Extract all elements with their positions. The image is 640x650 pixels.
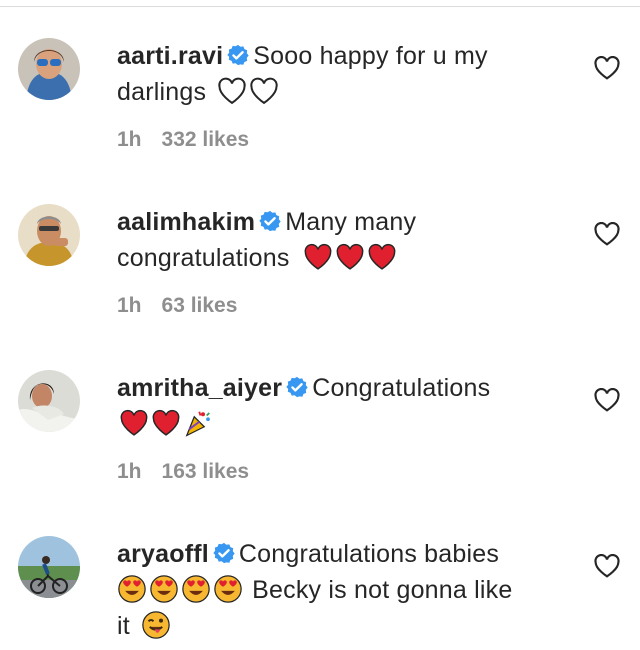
red-heart-icon <box>303 242 333 272</box>
comment-likes[interactable]: 163 likes <box>162 460 250 483</box>
comment-time[interactable]: 1h <box>117 128 142 151</box>
like-button-heart-icon[interactable] <box>594 222 620 246</box>
party-popper-icon <box>183 408 213 438</box>
comment-body: amritha_aiyer Congratulations <box>117 370 577 442</box>
comment-likes[interactable]: 332 likes <box>162 128 250 151</box>
heart-eyes-face-icon <box>149 574 179 604</box>
comment-username[interactable]: aalimhakim <box>117 208 255 236</box>
comment-username[interactable]: amritha_aiyer <box>117 374 282 402</box>
comment-likes[interactable]: 63 likes <box>162 294 238 317</box>
white-heart-icon <box>249 76 279 106</box>
red-heart-icon <box>151 408 181 438</box>
verified-badge-icon <box>286 372 308 398</box>
avatar[interactable] <box>18 204 80 266</box>
winking-tongue-face-icon <box>141 610 171 640</box>
comment-body: aarti.ravi Sooo happy for u my darlings <box>117 38 577 110</box>
red-heart-icon <box>119 408 149 438</box>
comment-body: aalimhakim Many many congratulations <box>117 204 577 276</box>
red-heart-icon <box>367 242 397 272</box>
white-heart-icon <box>217 76 247 106</box>
comment-body: aryaoffl Congratulations babies Becky is … <box>117 536 577 644</box>
comment-text: Congratulations <box>312 374 491 402</box>
comment-text-line3: it <box>117 612 130 640</box>
like-button-heart-icon[interactable] <box>594 388 620 412</box>
avatar[interactable] <box>18 38 80 100</box>
comment-text: Many many <box>285 208 417 236</box>
comment-time[interactable]: 1h <box>117 294 142 317</box>
verified-badge-icon <box>227 40 249 66</box>
comment-text: Congratulations babies <box>238 540 500 568</box>
comment-meta: 1h 63 likes <box>117 294 237 318</box>
comment-time[interactable]: 1h <box>117 460 142 483</box>
comment-text-line2: darlings <box>117 78 207 106</box>
like-button-heart-icon[interactable] <box>594 56 620 80</box>
heart-eyes-face-icon <box>213 574 243 604</box>
comment-text: Sooo happy for u my <box>253 42 488 70</box>
avatar[interactable] <box>18 370 80 432</box>
comment-meta: 1h 332 likes <box>117 128 249 152</box>
comment-username[interactable]: aryaoffl <box>117 540 209 568</box>
comment-text-line2: Becky is not gonna like <box>252 576 513 604</box>
red-heart-icon <box>335 242 365 272</box>
comment-meta: 1h 163 likes <box>117 460 249 484</box>
like-button-heart-icon[interactable] <box>594 554 620 578</box>
avatar[interactable] <box>18 536 80 598</box>
comment-text-line2: congratulations <box>117 244 290 272</box>
verified-badge-icon <box>259 206 281 232</box>
verified-badge-icon <box>213 538 235 564</box>
heart-eyes-face-icon <box>117 574 147 604</box>
top-divider <box>0 6 640 7</box>
comment-username[interactable]: aarti.ravi <box>117 42 223 70</box>
heart-eyes-face-icon <box>181 574 211 604</box>
